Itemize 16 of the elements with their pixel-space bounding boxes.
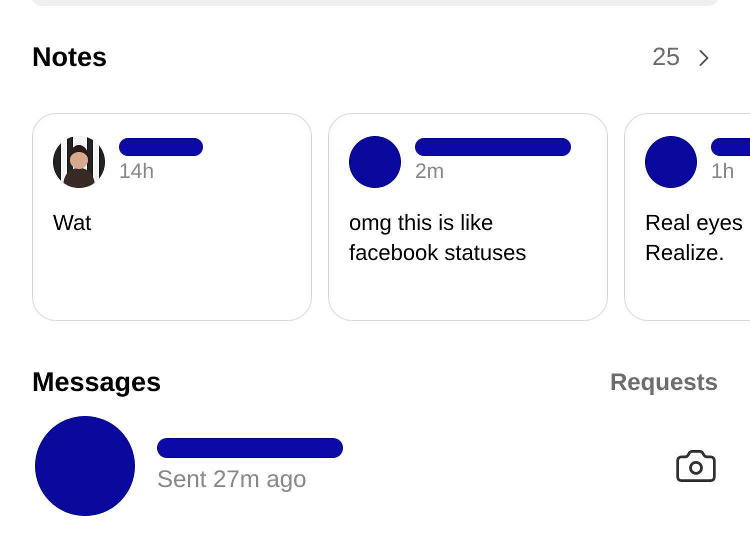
note-text: omg this is like facebook statuses xyxy=(349,209,528,267)
note-time: 14h xyxy=(119,160,156,184)
note-time: 2m xyxy=(415,160,446,184)
notes-count[interactable]: 25 xyxy=(652,43,680,72)
note-card[interactable]: 2m omg this is like facebook statuses xyxy=(328,113,608,321)
note-text: Wat xyxy=(53,209,92,237)
requests-link[interactable]: Requests xyxy=(610,368,718,396)
note-card[interactable]: 1h Real eyes Realize. xyxy=(624,113,750,321)
note-card[interactable]: 14h Wat xyxy=(32,113,312,321)
avatar xyxy=(645,136,697,188)
message-status: Sent 27m ago xyxy=(157,466,308,494)
avatar xyxy=(349,136,401,188)
note-text: Real eyes Realize. xyxy=(645,209,744,267)
section-title: Notes xyxy=(32,42,108,73)
section-title: Messages xyxy=(32,367,162,398)
note-time: 1h xyxy=(711,160,736,184)
